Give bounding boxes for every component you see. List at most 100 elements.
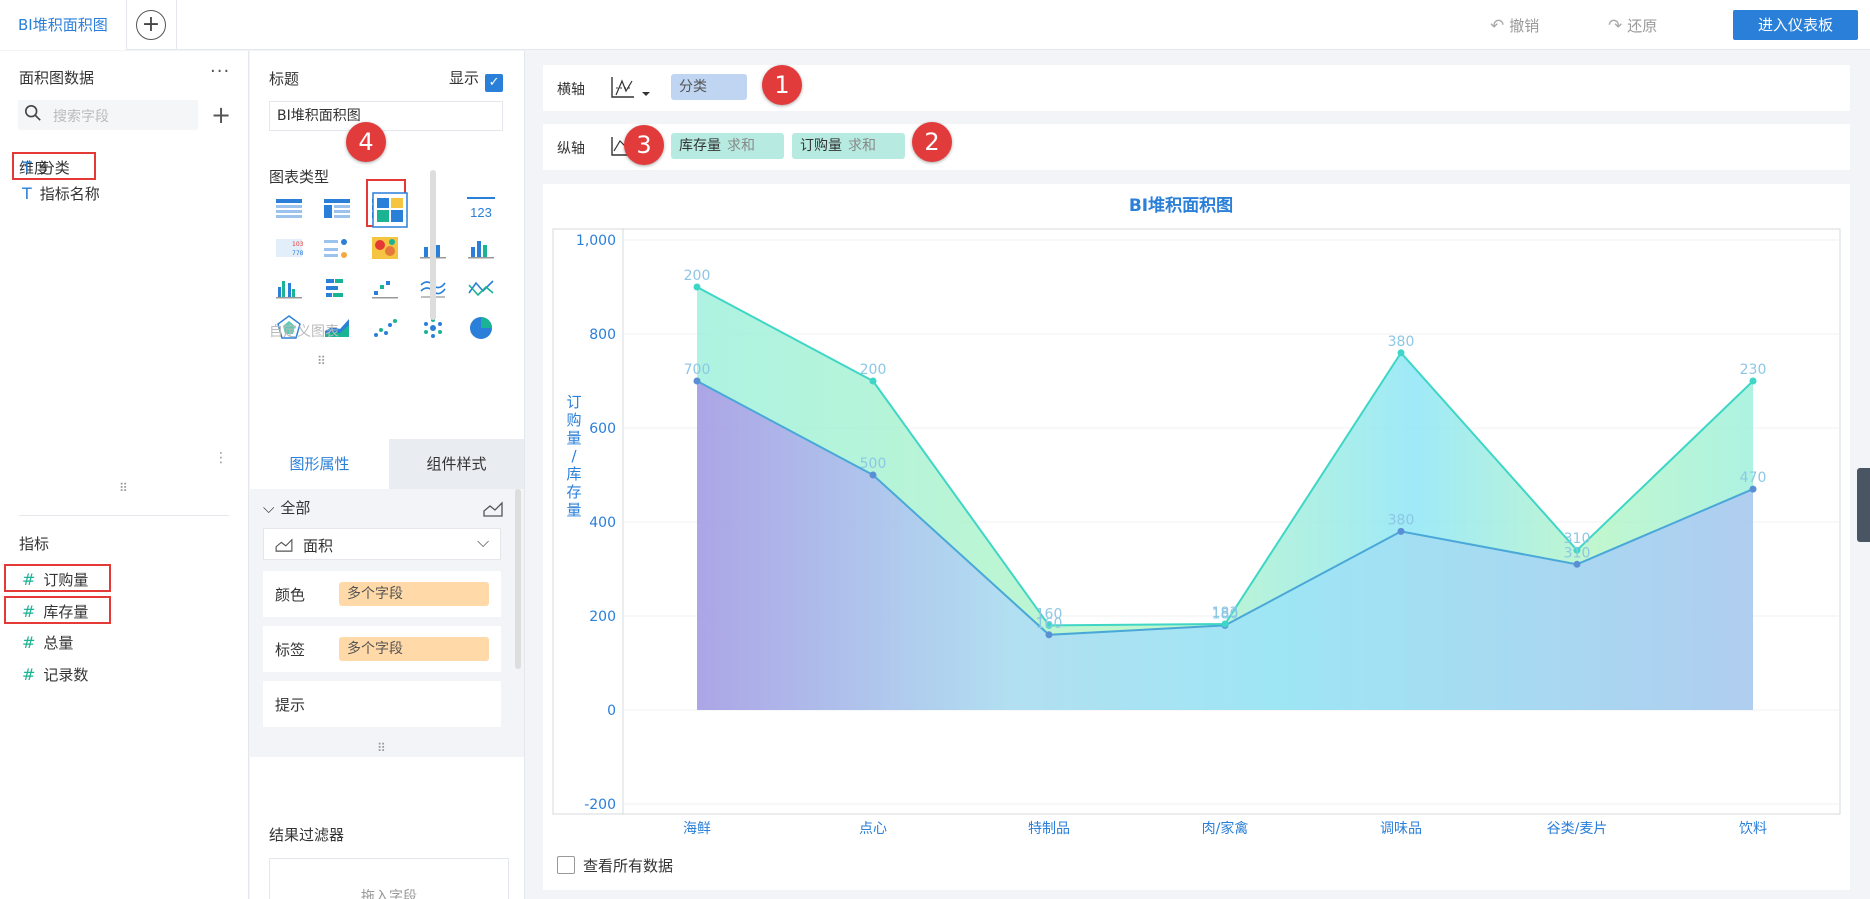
tab-component-style[interactable]: 组件样式 bbox=[389, 439, 524, 489]
svg-text:123: 123 bbox=[470, 205, 492, 220]
chart-type-label: 图表类型 bbox=[269, 168, 330, 186]
y-axis-title-char: 库 bbox=[566, 465, 581, 483]
y-field-pill-inventory[interactable]: 库存量 求和 bbox=[671, 133, 784, 159]
area-shape-icon bbox=[275, 538, 293, 552]
field-label: 总量 bbox=[43, 634, 74, 652]
measure-section-label: 指标 bbox=[19, 535, 50, 553]
custom-chart-label[interactable]: 自定义图表 bbox=[269, 321, 339, 341]
horizontal-bar-icon[interactable] bbox=[322, 273, 352, 303]
property-area: ⌵ 全部 面积 ⌵ 颜色 多个字段 标签 多个字段 提示 ⠿ bbox=[250, 489, 524, 757]
range-bar-icon[interactable] bbox=[370, 273, 400, 303]
step-badge-1: 1 bbox=[762, 65, 802, 105]
treemap-chart-icon[interactable] bbox=[372, 192, 408, 228]
scatter-chart-icon[interactable] bbox=[370, 313, 400, 343]
checkbox-checked-icon[interactable]: ✓ bbox=[485, 74, 504, 92]
tag-fields-pill[interactable]: 多个字段 bbox=[339, 637, 489, 661]
y-field-pill-orders[interactable]: 订购量 求和 bbox=[792, 133, 905, 159]
all-group-toggle[interactable]: ⌵ 全部 bbox=[263, 497, 310, 518]
all-label: 全部 bbox=[280, 499, 311, 517]
detail-table-icon[interactable]: 103778 bbox=[274, 233, 304, 263]
tag-property[interactable]: 标签 多个字段 bbox=[263, 626, 501, 672]
field-measure[interactable]: # 总量 bbox=[22, 632, 73, 653]
resize-handle-icon[interactable]: ⠿ bbox=[377, 741, 386, 755]
undo-button[interactable]: ↶ 撤销 bbox=[1490, 15, 1539, 36]
text-type-icon: T bbox=[22, 184, 32, 203]
shape-select[interactable]: 面积 ⌵ bbox=[263, 528, 501, 560]
data-point bbox=[1749, 377, 1757, 385]
y-axis-title-char: 量 bbox=[566, 429, 581, 447]
tab-graph-properties[interactable]: 图形属性 bbox=[250, 439, 389, 489]
chart-type-scrollbar[interactable] bbox=[430, 170, 436, 320]
step-badge-2: 2 bbox=[912, 122, 952, 162]
checkbox-icon[interactable] bbox=[557, 856, 575, 874]
step-badge-4: 4 bbox=[346, 122, 386, 162]
x-tick-label: 点心 bbox=[859, 821, 887, 837]
field-measure[interactable]: # 记录数 bbox=[22, 664, 88, 685]
data-label: 500 bbox=[860, 456, 887, 472]
property-tabs: 图形属性 组件样式 bbox=[250, 439, 524, 489]
color-fields-pill[interactable]: 多个字段 bbox=[339, 582, 489, 606]
table-chart-icon[interactable] bbox=[274, 193, 304, 223]
x-field-pill[interactable]: 分类 bbox=[671, 74, 747, 100]
grouped-table-icon[interactable] bbox=[322, 193, 352, 223]
field-measure[interactable]: # 订购量 bbox=[22, 569, 88, 590]
field-dimension[interactable]: T 指标名称 bbox=[22, 183, 100, 204]
pie-chart-icon[interactable] bbox=[466, 313, 496, 343]
data-point bbox=[1397, 349, 1405, 357]
y-tick-label: 0 bbox=[607, 703, 616, 719]
y-tick-label: 400 bbox=[589, 515, 616, 531]
data-label: 230 bbox=[1740, 362, 1767, 378]
bullet-table-icon[interactable] bbox=[322, 233, 352, 263]
tooltip-label: 提示 bbox=[275, 696, 306, 714]
field-dimension[interactable]: T 分类 bbox=[22, 157, 70, 178]
view-all-data-toggle[interactable]: 查看所有数据 bbox=[557, 855, 673, 876]
property-scrollbar[interactable] bbox=[515, 489, 521, 669]
resize-handle-icon[interactable]: ⠿ bbox=[317, 354, 326, 368]
y-field-name: 库存量 bbox=[679, 138, 721, 154]
data-point bbox=[693, 377, 701, 385]
enter-dashboard-button[interactable]: 进入仪表板 bbox=[1733, 10, 1858, 40]
field-label: 订购量 bbox=[43, 571, 89, 589]
field-label: 记录数 bbox=[43, 666, 89, 684]
data-point bbox=[1045, 631, 1053, 639]
drag-handle-icon[interactable]: ⋮ bbox=[214, 450, 228, 466]
heatmap-chart-icon[interactable] bbox=[370, 233, 400, 263]
resize-handle-icon[interactable]: ⠿ bbox=[119, 481, 128, 495]
x-tick-label: 特制品 bbox=[1028, 821, 1070, 837]
y-axis-title-char: 购 bbox=[566, 411, 581, 429]
number-type-icon: # bbox=[22, 602, 36, 621]
field-measure[interactable]: # 库存量 bbox=[22, 601, 88, 622]
x-tick-label: 海鲜 bbox=[683, 821, 711, 837]
tab-divider bbox=[176, 0, 177, 50]
result-filter-label: 结果过滤器 bbox=[269, 826, 345, 844]
add-field-button[interactable]: + bbox=[211, 101, 231, 129]
grouped-bar-icon[interactable] bbox=[274, 273, 304, 303]
x-axis-type-icon[interactable] bbox=[610, 75, 654, 101]
number-type-icon: # bbox=[22, 665, 36, 684]
add-tab-button[interactable]: + bbox=[136, 10, 166, 40]
field-label: 库存量 bbox=[43, 603, 89, 621]
chart-title-input[interactable]: BI堆积面积图 bbox=[269, 101, 503, 131]
svg-text:778: 778 bbox=[292, 250, 304, 257]
bar-chart-icon[interactable] bbox=[466, 233, 496, 263]
combo-line-icon[interactable] bbox=[466, 273, 496, 303]
data-label: 470 bbox=[1740, 470, 1767, 486]
search-input[interactable]: 搜索字段 bbox=[53, 106, 109, 126]
field-label: 指标名称 bbox=[39, 185, 100, 203]
data-panel-title: 面积图数据 bbox=[19, 69, 95, 87]
tab-bi-area-chart[interactable]: BI堆积面积图 bbox=[0, 0, 127, 50]
x-tick-label: 谷类/麦片 bbox=[1547, 821, 1608, 837]
color-property[interactable]: 颜色 多个字段 bbox=[263, 571, 501, 617]
y-axis-title-char: 订 bbox=[566, 393, 581, 411]
redo-button[interactable]: ↷ 还原 bbox=[1608, 15, 1657, 36]
show-title-toggle[interactable]: 显示 ✓ bbox=[449, 67, 504, 92]
search-field-box[interactable]: 搜索字段 bbox=[18, 100, 198, 130]
y-axis-label: 纵轴 bbox=[557, 141, 585, 157]
side-panel-handle[interactable] bbox=[1857, 468, 1870, 542]
kpi-number-icon[interactable]: 123 bbox=[466, 193, 496, 223]
data-point bbox=[869, 377, 877, 385]
filter-drop-zone[interactable]: 拖入字段 bbox=[269, 858, 509, 899]
text-type-icon: T bbox=[22, 158, 32, 177]
more-options-icon[interactable]: ··· bbox=[210, 61, 230, 82]
tooltip-property[interactable]: 提示 bbox=[263, 681, 501, 727]
